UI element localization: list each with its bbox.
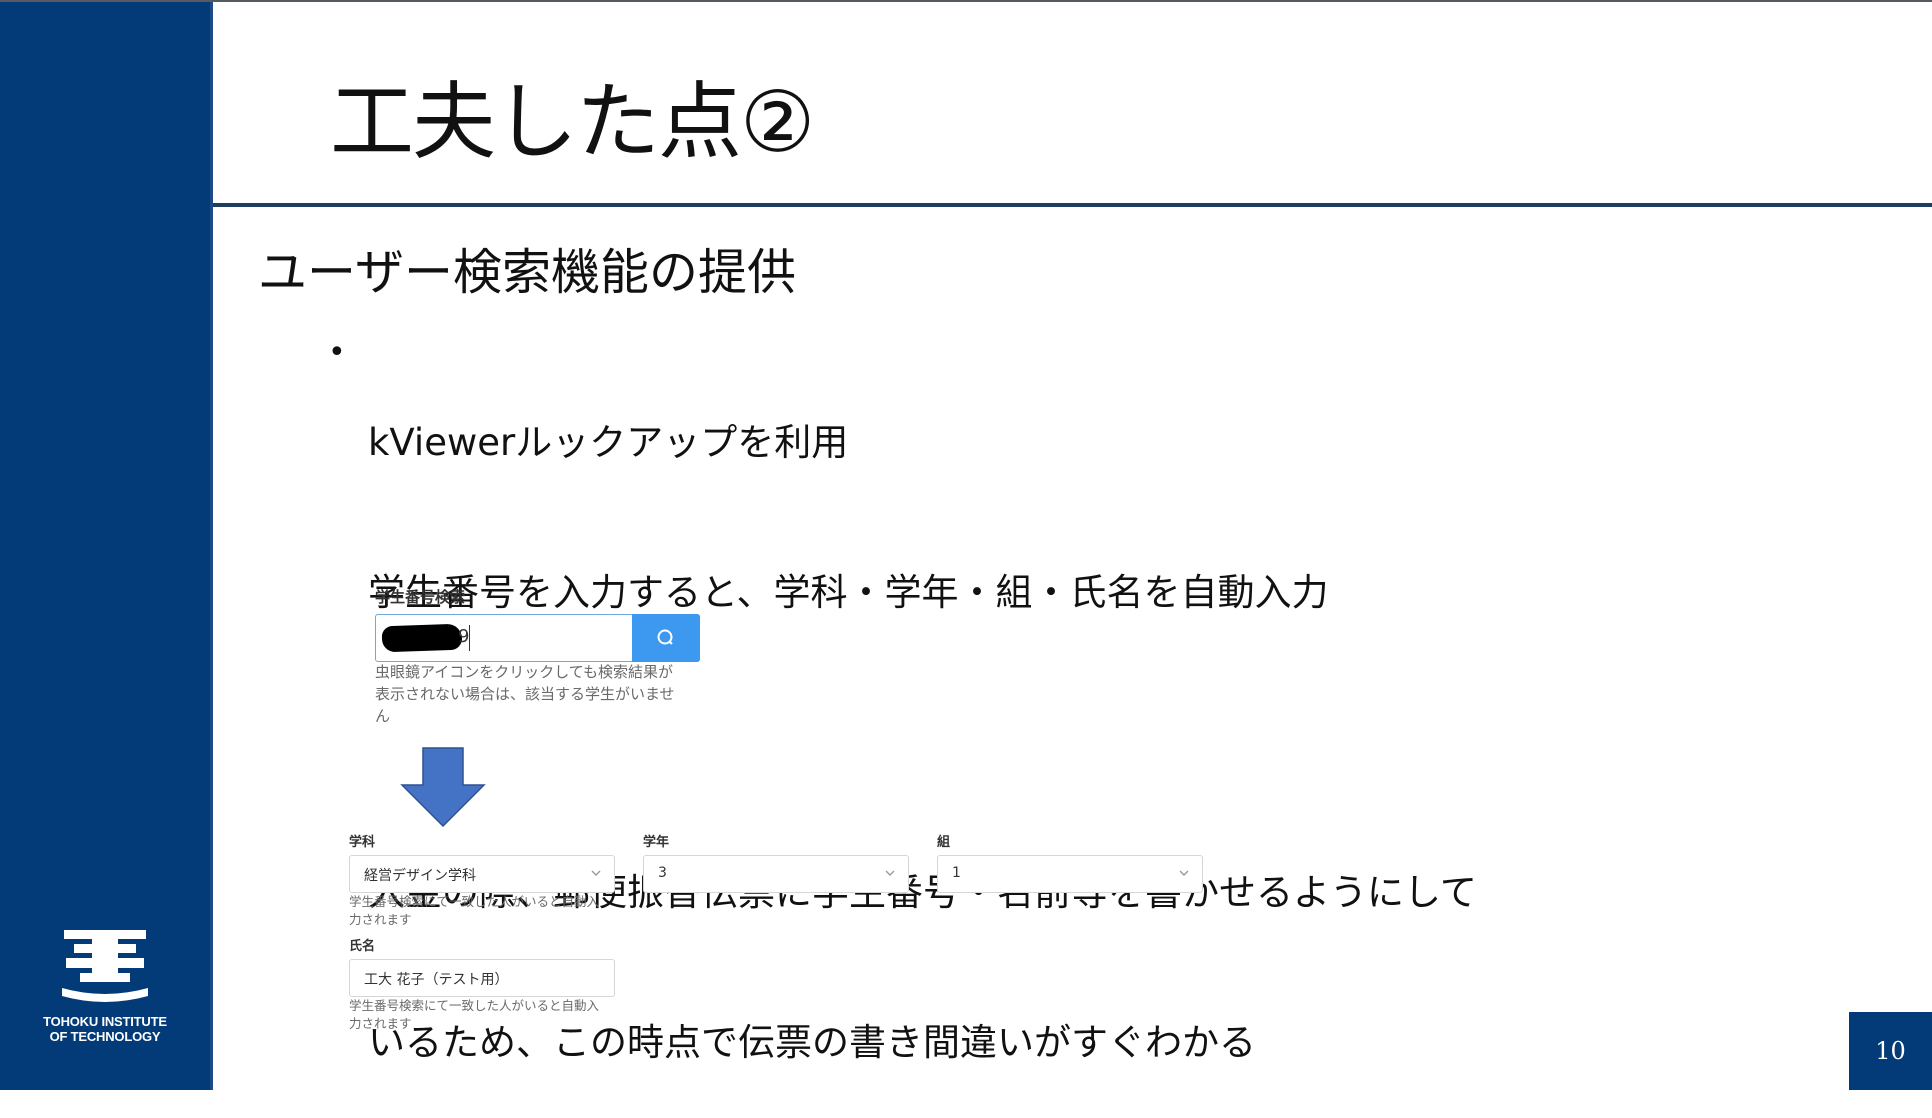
text-caret (469, 625, 470, 651)
department-value: 経営デザイン学科 (364, 868, 476, 884)
help-line: ん (375, 707, 391, 725)
department-select[interactable]: 経営デザイン学科 (349, 855, 615, 893)
search-input-value: 9 (458, 626, 470, 647)
search-button[interactable] (632, 614, 700, 662)
chevron-down-icon (1179, 870, 1189, 876)
page-number: 10 (1849, 1012, 1932, 1090)
help-line: 虫眼鏡アイコンをクリックしても検索結果が (375, 663, 674, 681)
name-input[interactable]: 工大 花子（テスト用） (349, 959, 615, 997)
search-icon (657, 629, 673, 645)
grade-label: 学年 (643, 835, 670, 850)
search-help-text: 虫眼鏡アイコンをクリックしても検索結果が 表示されない場合は、該当する学生がいま… (375, 661, 675, 727)
help-line: 力されます (349, 1016, 412, 1031)
chevron-down-icon (591, 870, 601, 876)
help-line: 表示されない場合は、該当する学生がいませ (375, 685, 675, 703)
institute-logo: TOHOKU INSTITUTE OF TECHNOLOGY (40, 930, 170, 1044)
bullet-line: 学生番号を入力すると、学科・学年・組・氏名を自動入力 (368, 571, 1329, 614)
chevron-down-icon (885, 870, 895, 876)
slide-title: 工夫した点② (330, 73, 815, 171)
class-value: 1 (952, 865, 961, 881)
sidebar (0, 2, 210, 1090)
title-rule (213, 203, 1932, 207)
logo-text-line2: OF TECHNOLOGY (49, 1029, 161, 1044)
name-label: 氏名 (349, 939, 376, 954)
arrow-down-icon (400, 747, 486, 827)
logo-mark-icon (62, 930, 148, 1002)
redaction-mark (381, 623, 463, 653)
sidebar-edge (210, 2, 213, 1090)
grade-select[interactable]: 3 (643, 855, 909, 893)
logo-text-line1: TOHOKU INSTITUTE (43, 1014, 167, 1029)
help-line: 力されます (349, 912, 412, 927)
section-heading: ユーザー検索機能の提供 (258, 244, 797, 301)
grade-value: 3 (658, 865, 667, 881)
department-label: 学科 (349, 835, 376, 850)
bullet-line: kViewerルックアップを利用 (368, 421, 849, 464)
search-label: 学生番号検索 (375, 588, 466, 606)
bullet-icon: • (328, 335, 346, 370)
name-help-text: 学生番号検索にて一致した人がいると自動入 力されます (349, 997, 599, 1033)
top-border (0, 0, 1932, 2)
help-line: 学生番号検索にて一致した人がいると自動入 (349, 998, 600, 1013)
class-label: 組 (937, 835, 951, 850)
help-line: 学生番号検索にて一致した人がいると自動入 (349, 894, 600, 909)
class-select[interactable]: 1 (937, 855, 1203, 893)
name-value: 工大 花子（テスト用） (364, 972, 509, 988)
department-help-text: 学生番号検索にて一致した人がいると自動入 力されます (349, 893, 599, 929)
